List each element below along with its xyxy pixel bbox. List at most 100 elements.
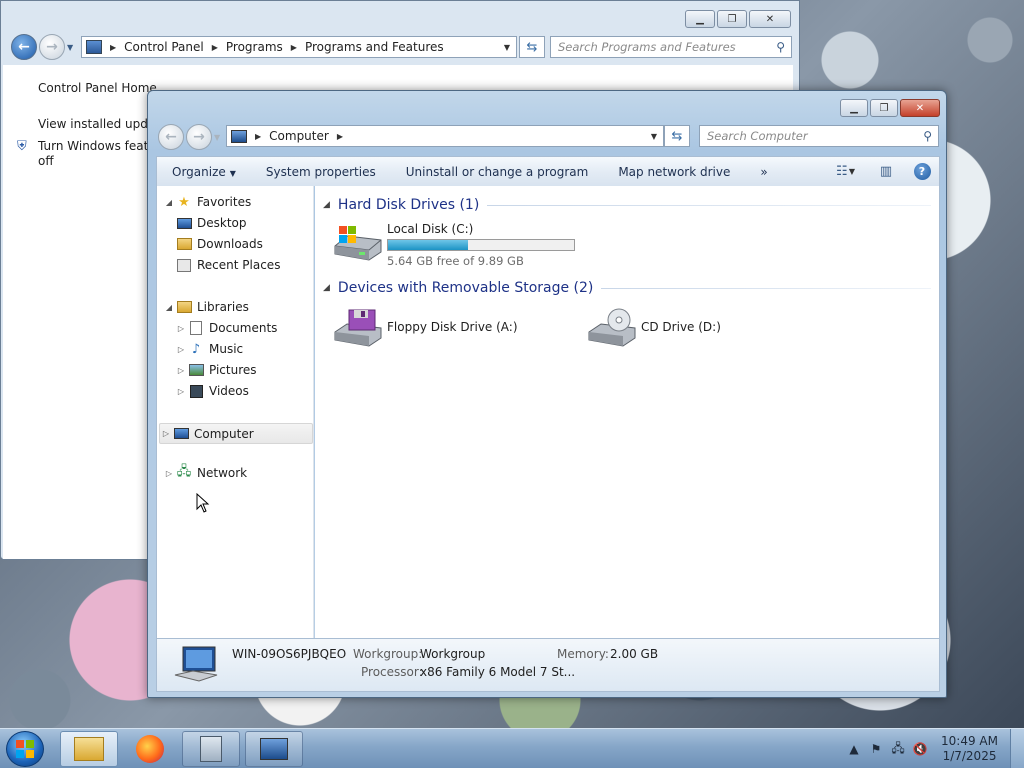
collapse-arrow-icon[interactable]: ◢ [323,283,330,293]
nav-desktop[interactable]: Desktop [175,215,247,231]
back-button[interactable]: ← [158,124,184,150]
expand-arrow-icon[interactable]: ◢ [163,303,175,312]
turn-windows-features-link-cont[interactable]: off [38,154,54,168]
back-button[interactable]: ← [11,34,37,60]
maximize-button[interactable]: ❐ [870,99,898,117]
pictures-icon [187,362,205,378]
computer-large-icon [173,645,219,688]
nav-videos[interactable]: ▷ Videos [175,383,249,399]
refresh-button[interactable]: ⇆ [664,125,690,147]
nav-computer[interactable]: ▷ Computer [159,423,313,444]
maximize-button[interactable]: ❐ [717,10,747,28]
clock-date: 1/7/2025 [942,749,997,763]
nav-downloads[interactable]: Downloads [175,236,263,252]
content-pane: ◢ Hard Disk Drives (1) Local Disk (C:) 5… [315,186,940,638]
nav-recent-places[interactable]: Recent Places [175,257,280,273]
search-input[interactable]: Search Programs and Features ⚲ [550,36,792,58]
hard-drive-icon [333,222,383,266]
computer-icon [172,426,190,442]
volume-muted-icon[interactable]: 🔇 [909,742,931,756]
minimize-button[interactable]: ▁ [685,10,715,28]
nav-music[interactable]: ▷ ♪ Music [175,341,243,357]
nav-pictures[interactable]: ▷ Pictures [175,362,257,378]
workgroup-label: Workgroup: [353,647,423,661]
collapsed-arrow-icon[interactable]: ▷ [163,469,175,478]
taskbar-calculator[interactable] [182,731,240,767]
collapsed-arrow-icon[interactable]: ▷ [175,366,187,375]
more-commands-button[interactable]: » [745,165,782,179]
system-properties-button[interactable]: System properties [251,165,391,179]
search-icon: ⚲ [923,129,932,143]
help-icon[interactable]: ? [913,162,931,180]
taskbar: ▲ ⚑ 🖧 🔇 10:49 AM 1/7/2025 [0,728,1024,768]
nav-libraries[interactable]: ◢ Libraries [163,299,249,315]
group-removable-storage[interactable]: ◢ Devices with Removable Storage (2) [323,280,931,296]
forward-button[interactable]: → [186,124,212,150]
refresh-button[interactable]: ⇆ [519,36,545,58]
address-bar[interactable]: ▶ Control Panel ▶ Programs ▶ Programs an… [81,36,517,58]
disk-usage-bar [387,239,575,251]
chevron-down-icon[interactable]: ▼ [651,132,657,141]
collapsed-arrow-icon[interactable]: ▷ [175,345,187,354]
clock[interactable]: 10:49 AM 1/7/2025 [941,734,998,764]
show-desktop-button[interactable] [1010,729,1024,768]
details-pane: WIN-09OS6PJBQEO Workgroup: Workgroup Mem… [156,638,940,692]
calculator-icon [200,736,222,762]
breadcrumb-computer[interactable]: Computer [269,129,329,143]
search-icon: ⚲ [776,40,785,54]
libraries-icon [175,299,193,315]
firefox-icon [136,735,164,763]
breadcrumb-control-panel[interactable]: Control Panel [124,40,204,54]
system-tray: ▲ ⚑ 🖧 🔇 10:49 AM 1/7/2025 [843,729,1024,768]
collapsed-arrow-icon[interactable]: ▷ [175,324,187,333]
uninstall-program-button[interactable]: Uninstall or change a program [391,165,604,179]
breadcrumb-programs[interactable]: Programs [226,40,283,54]
minimize-button[interactable]: ▁ [840,99,868,117]
recent-pages-dropdown[interactable]: ▼ [214,133,220,142]
show-hidden-icons-icon[interactable]: ▲ [843,742,865,756]
cd-drive-d[interactable]: CD Drive (D:) [587,308,721,352]
chevron-right-icon[interactable]: ▶ [337,132,343,141]
turn-windows-features-link[interactable]: Turn Windows featu [38,139,156,153]
taskbar-explorer[interactable] [60,731,118,767]
address-bar[interactable]: ▶ Computer ▶ ▼ [226,125,664,147]
workgroup-value: Workgroup [420,647,486,661]
preview-pane-icon[interactable]: ▥ [875,161,897,181]
star-icon: ★ [178,194,190,210]
close-button[interactable]: ✕ [900,99,940,117]
forward-button[interactable]: → [39,34,65,60]
nav-documents[interactable]: ▷ Documents [175,320,277,336]
processor-value: x86 Family 6 Model 7 St... [420,665,576,679]
group-hard-disk-drives[interactable]: ◢ Hard Disk Drives (1) [323,197,931,213]
chevron-down-icon[interactable]: ▼ [849,167,855,176]
chevron-down-icon[interactable]: ▼ [504,43,510,52]
chevron-right-icon: ▶ [290,42,297,52]
nav-network[interactable]: ▷ 🖧 Network [163,464,247,481]
collapsed-arrow-icon[interactable]: ▷ [160,429,172,438]
folder-icon [74,737,104,761]
close-button[interactable]: ✕ [749,10,791,28]
organize-menu[interactable]: Organize ▼ [157,165,251,179]
downloads-folder-icon [175,236,193,252]
control-panel-home-link[interactable]: Control Panel Home [38,81,157,95]
local-disk-c[interactable]: Local Disk (C:) 5.64 GB free of 9.89 GB [333,222,575,268]
collapse-arrow-icon[interactable]: ◢ [323,200,330,210]
computer-icon [231,129,247,143]
action-center-flag-icon[interactable]: ⚑ [865,742,887,756]
floppy-drive-icon [333,308,383,352]
floppy-disk-drive-a[interactable]: Floppy Disk Drive (A:) [333,308,518,352]
nav-favorites[interactable]: ◢ ★ Favorites [163,194,251,210]
network-tray-icon[interactable]: 🖧 [887,739,909,760]
search-input[interactable]: Search Computer ⚲ [699,125,939,147]
documents-icon [187,320,205,336]
chevron-right-icon: ▶ [211,42,218,52]
taskbar-control-panel[interactable] [245,731,303,767]
map-network-drive-button[interactable]: Map network drive [603,165,745,179]
computer-window[interactable]: ▁ ❐ ✕ ← → ▼ ▶ Computer ▶ ▼ ⇆ Search Comp… [147,90,947,698]
start-button[interactable] [6,731,44,767]
taskbar-firefox[interactable] [121,731,179,767]
expand-arrow-icon[interactable]: ◢ [163,198,175,207]
recent-pages-dropdown[interactable]: ▼ [67,43,73,52]
collapsed-arrow-icon[interactable]: ▷ [175,387,187,396]
breadcrumb-programs-and-features[interactable]: Programs and Features [305,40,444,54]
